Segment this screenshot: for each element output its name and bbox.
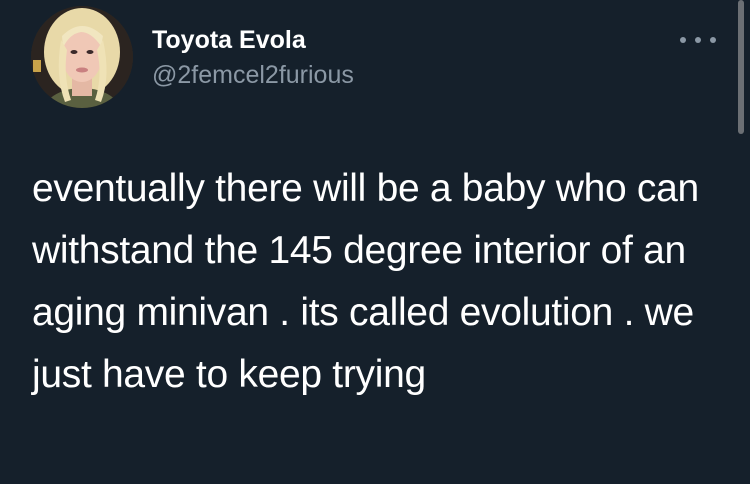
avatar[interactable] bbox=[31, 6, 133, 108]
scrollbar[interactable] bbox=[738, 0, 744, 134]
author-display-name[interactable]: Toyota Evola bbox=[152, 25, 306, 55]
tweet-text: eventually there will be a baby who can … bbox=[32, 167, 699, 396]
tweet-card: Toyota Evola @2femcel2furious eventually… bbox=[0, 0, 750, 484]
dot bbox=[695, 37, 701, 43]
dot bbox=[680, 37, 686, 43]
dot bbox=[710, 37, 716, 43]
avatar-photo bbox=[31, 6, 133, 108]
author-handle[interactable]: @2femcel2furious bbox=[152, 60, 354, 90]
more-options-icon[interactable] bbox=[680, 30, 716, 50]
